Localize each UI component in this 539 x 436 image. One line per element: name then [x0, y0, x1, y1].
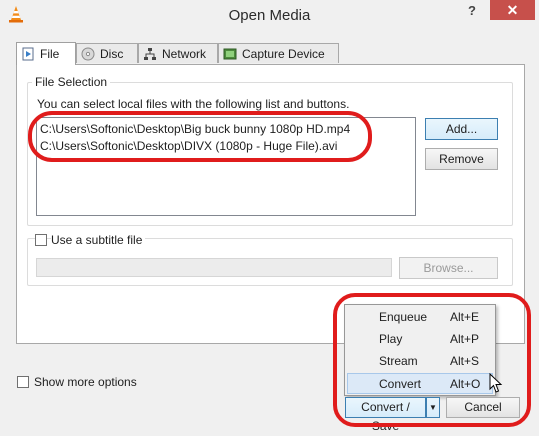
subtitle-checkbox[interactable]	[35, 234, 47, 246]
close-button[interactable]: ✕	[490, 0, 535, 20]
file-list-highlight-ring	[28, 111, 372, 162]
file-selection-instructions: You can select local files with the foll…	[37, 97, 350, 111]
subtitle-path-field	[36, 258, 392, 277]
window-title: Open Media	[228, 7, 311, 24]
capture-device-icon	[223, 48, 237, 59]
tab-network-label: Network	[162, 46, 207, 61]
tab-capture-device[interactable]: Capture Device	[218, 43, 339, 63]
subtitle-checkbox-label: Use a subtitle file	[51, 233, 146, 247]
tab-capture-device-label: Capture Device	[242, 46, 325, 61]
add-button[interactable]: Add...	[425, 118, 498, 140]
browse-button: Browse...	[399, 257, 498, 279]
help-button[interactable]: ?	[462, 3, 482, 21]
show-more-options-label: Show more options	[34, 375, 137, 389]
file-play-icon	[22, 47, 34, 61]
file-selection-legend: File Selection	[32, 75, 111, 89]
network-icon	[144, 47, 156, 60]
remove-button[interactable]: Remove	[425, 148, 498, 170]
disc-icon	[81, 47, 95, 60]
tab-disc[interactable]: Disc	[76, 43, 138, 63]
convert-menu-highlight-ring	[333, 293, 531, 427]
tab-network[interactable]: Network	[138, 43, 218, 63]
tab-file[interactable]: File	[16, 42, 76, 65]
tab-file-label: File	[40, 47, 60, 61]
show-more-options-checkbox[interactable]	[17, 376, 29, 388]
tab-disc-label: Disc	[100, 46, 124, 61]
